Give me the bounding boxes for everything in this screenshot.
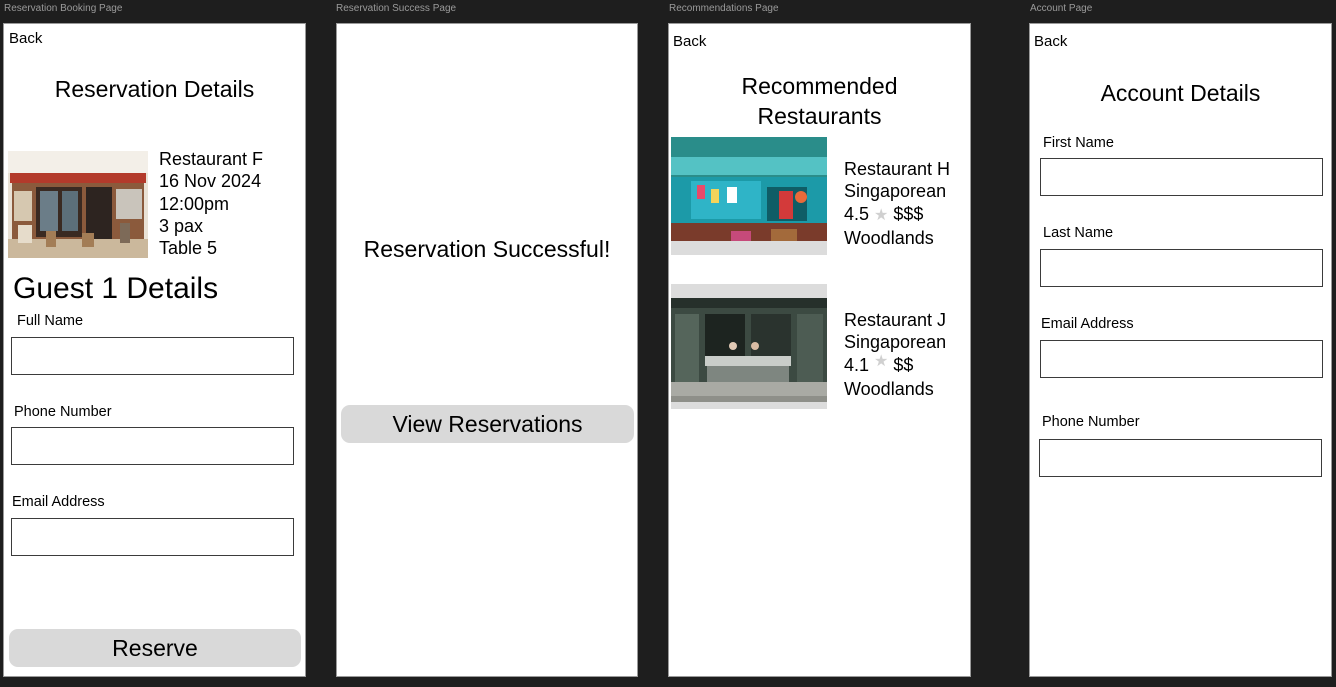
first-name-label: First Name (1043, 135, 1114, 151)
restaurant-name: Restaurant H (844, 159, 951, 179)
restaurant-info: Restaurant J Singaporean 4.1 ★ $$ Woodla… (844, 309, 946, 400)
recommendations-screen: Back Recommended Restaurants Restaurant … (668, 23, 971, 677)
restaurant-location: Woodlands (844, 378, 934, 399)
frame-label-success: Reservation Success Page (336, 3, 457, 14)
reservation-booking-screen: Back Reservation Details Restaurant F 16… (3, 23, 306, 677)
title-line-2: Restaurants (757, 103, 882, 129)
reservation-summary: Restaurant F 16 Nov 2024 12:00pm 3 pax T… (159, 148, 263, 259)
frame-label-account: Account Page (1030, 3, 1093, 14)
restaurant-name: Restaurant F (159, 149, 264, 169)
reservation-time: 12:00pm (159, 193, 230, 214)
restaurant-location: Woodlands (844, 227, 934, 248)
restaurant-cuisine: Singaporean (844, 332, 947, 353)
frame-label-recommendations: Recommendations Page (669, 3, 779, 14)
back-link[interactable]: Back (673, 33, 706, 50)
guest-heading: Guest 1 Details (13, 272, 219, 305)
title-line-1: Recommended (741, 73, 898, 99)
email-address-input[interactable] (11, 518, 294, 556)
page-title: Reservation Details (54, 76, 255, 102)
page-title: Recommended Restaurants (669, 71, 970, 131)
reservation-table: Table 5 (159, 238, 218, 259)
reservation-success-screen: Reservation Successful! View Reservation… (336, 23, 638, 677)
first-name-input[interactable] (1040, 158, 1323, 196)
restaurant-price: $$ (893, 354, 914, 375)
phone-number-label: Phone Number (14, 404, 112, 420)
restaurant-name: Restaurant J (844, 310, 947, 330)
reservation-pax: 3 pax (159, 215, 204, 236)
frame-label-booking: Reservation Booking Page (4, 3, 123, 14)
star-icon: ★ (874, 352, 889, 370)
success-message: Reservation Successful! (363, 236, 611, 262)
account-screen: Back Account Details First Name Last Nam… (1029, 23, 1332, 677)
reserve-button[interactable]: Reserve (9, 629, 301, 667)
back-link[interactable]: Back (1034, 33, 1067, 50)
phone-number-label: Phone Number (1042, 414, 1140, 430)
star-icon: ★ (874, 206, 889, 224)
phone-number-input[interactable] (1039, 439, 1322, 477)
restaurant-price: $$$ (893, 203, 924, 224)
restaurant-cuisine: Singaporean (844, 181, 947, 202)
restaurant-photo (8, 151, 148, 258)
restaurant-rating-row: 4.1 ★ $$ (844, 352, 946, 378)
restaurant-info: Restaurant H Singaporean 4.5 ★ $$$ Woodl… (844, 158, 950, 249)
restaurant-rating-row: 4.5 ★ $$$ (844, 203, 950, 227)
reservation-date: 16 Nov 2024 (159, 171, 262, 192)
last-name-input[interactable] (1040, 249, 1323, 287)
restaurant-rating: 4.1 (844, 354, 870, 375)
email-address-input[interactable] (1040, 340, 1323, 378)
email-address-label: Email Address (1041, 316, 1134, 332)
view-reservations-button[interactable]: View Reservations (341, 405, 634, 443)
restaurant-rating: 4.5 (844, 203, 870, 224)
page-title: Account Details (1100, 80, 1261, 106)
full-name-label: Full Name (17, 313, 84, 329)
back-link[interactable]: Back (9, 30, 42, 47)
restaurant-card-image[interactable] (671, 284, 827, 409)
last-name-label: Last Name (1043, 225, 1114, 241)
phone-number-input[interactable] (11, 427, 294, 465)
restaurant-card-image[interactable] (671, 137, 827, 255)
email-address-label: Email Address (12, 494, 105, 510)
full-name-input[interactable] (11, 337, 294, 375)
